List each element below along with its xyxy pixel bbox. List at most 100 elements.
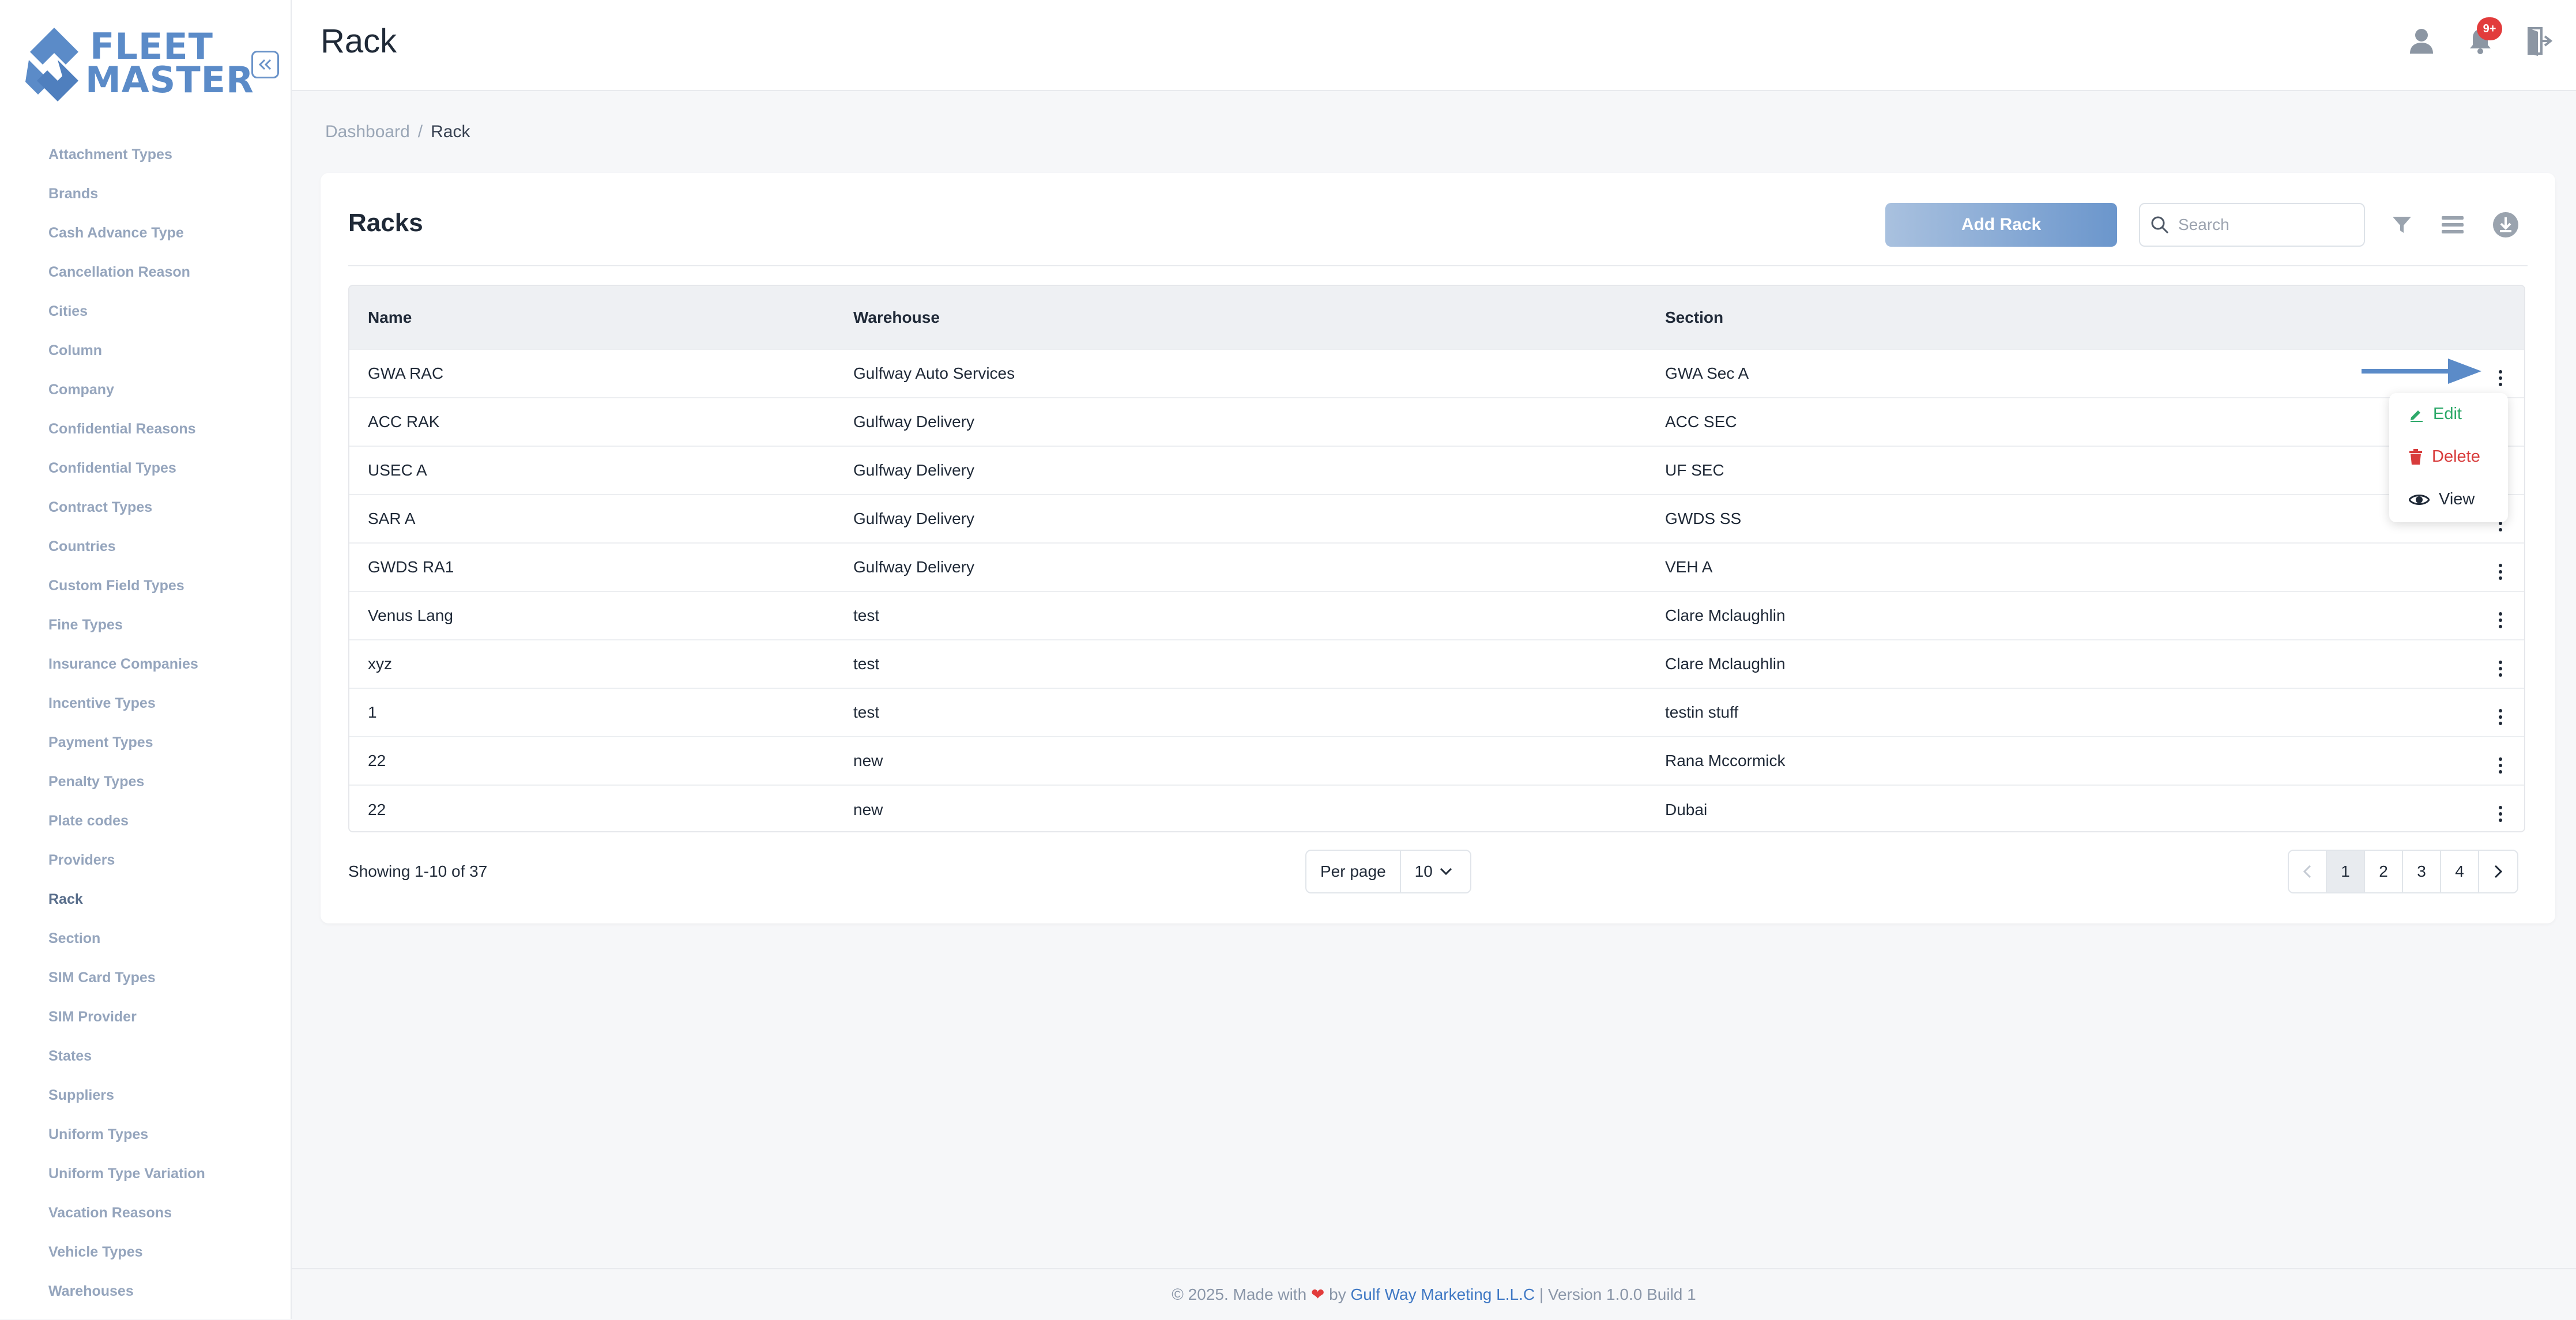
view-label: View [2439,490,2475,508]
row-actions-menu-button[interactable] [2493,707,2508,727]
sidebar-item-payment-types[interactable]: Payment Types [48,731,205,770]
filter-icon [2393,217,2411,233]
prev-page-button[interactable] [2289,851,2327,892]
row-actions-menu-button[interactable] [2493,561,2508,582]
sidebar: FLEET MASTER Attachment Types Brands Cas… [0,0,292,1319]
sidebar-item-cities[interactable]: Cities [48,300,205,339]
row-actions-menu-button[interactable] [2493,610,2508,631]
sidebar-item-uniform-type-variation[interactable]: Uniform Type Variation [48,1162,205,1201]
delete-menu-item[interactable]: Delete [2409,447,2480,466]
cell-name: USEC A [368,461,427,479]
page-title: Rack [321,22,397,60]
column-header-name[interactable]: Name [349,286,853,349]
sidebar-item-states[interactable]: States [48,1044,205,1084]
page-button-4[interactable]: 4 [2441,851,2479,892]
sidebar-item-custom-field-types[interactable]: Custom Field Types [48,574,205,613]
sidebar-item-attachment-types[interactable]: Attachment Types [48,143,205,182]
table-row[interactable]: Venus Lang test Clare Mclaughlin [349,591,2524,640]
cell-name: 22 [368,752,386,770]
table-row[interactable]: GWDS RA1 Gulfway Delivery VEH A [349,543,2524,591]
sidebar-item-column[interactable]: Column [48,339,205,378]
cell-warehouse: new [853,752,883,770]
arrow-annotation-icon [2362,359,2481,384]
sidebar-item-penalty-types[interactable]: Penalty Types [48,770,205,809]
column-header-section[interactable]: Section [1664,286,2477,349]
chevron-right-icon [2494,865,2502,878]
sidebar-item-section[interactable]: Section [48,927,205,966]
table-row[interactable]: SAR A Gulfway Delivery GWDS SS [349,495,2524,543]
user-profile-button[interactable] [2408,25,2435,56]
cell-name: ACC RAK [368,413,440,431]
table-row[interactable]: 22 new Dubai [349,785,2524,831]
sidebar-item-uniform-types[interactable]: Uniform Types [48,1123,205,1162]
column-header-actions [2477,286,2524,349]
sidebar-item-sim-card-types[interactable]: SIM Card Types [48,966,205,1005]
sidebar-item-contract-types[interactable]: Contract Types [48,496,205,535]
search-box[interactable] [2139,203,2365,247]
footer-company-link[interactable]: Gulf Way Marketing L.L.C [1351,1285,1535,1303]
cell-section: Dubai [1665,800,1708,819]
sidebar-item-fine-types[interactable]: Fine Types [48,613,205,653]
cell-section: UF SEC [1665,461,1724,479]
sidebar-item-warehouses[interactable]: Warehouses [48,1280,205,1319]
view-menu-item[interactable]: View [2409,490,2475,509]
row-actions-menu-button[interactable] [2493,658,2508,679]
row-actions-menu-button[interactable] [2493,755,2508,776]
logout-button[interactable] [2525,25,2553,56]
row-actions-menu-button[interactable] [2493,368,2508,389]
breadcrumb-current: Rack [431,122,470,141]
cell-warehouse: Gulfway Delivery [853,510,975,527]
table-row[interactable]: ACC RAK Gulfway Delivery ACC SEC [349,398,2524,446]
search-input[interactable] [2177,215,2352,235]
showing-count: Showing 1-10 of 37 [348,862,488,880]
sidebar-item-brands[interactable]: Brands [48,182,205,221]
sidebar-item-vehicle-types[interactable]: Vehicle Types [48,1240,205,1280]
sidebar-item-company[interactable]: Company [48,378,205,417]
cell-warehouse: Gulfway Delivery [853,413,975,431]
columns-button[interactable] [2439,211,2466,239]
cell-name: SAR A [368,510,416,527]
column-header-warehouse[interactable]: Warehouse [853,286,1664,349]
row-actions-menu-button[interactable] [2493,804,2508,824]
sidebar-item-confidential-types[interactable]: Confidential Types [48,457,205,496]
sidebar-item-sim-provider[interactable]: SIM Provider [48,1005,205,1044]
sidebar-item-cash-advance-type[interactable]: Cash Advance Type [48,221,205,261]
sidebar-item-rack[interactable]: Rack [48,888,205,927]
cell-name: 22 [368,800,386,819]
cell-name: GWA RAC [368,364,444,382]
per-page-select[interactable]: Per page 10 [1305,850,1471,893]
sidebar-item-vacation-reasons[interactable]: Vacation Reasons [48,1201,205,1240]
download-button[interactable] [2492,211,2519,239]
cell-warehouse: new [853,800,883,819]
table-row[interactable]: GWA RAC Gulfway Auto Services GWA Sec A [349,349,2524,398]
table-row[interactable]: 22 new Rana Mccormick [349,737,2524,785]
add-rack-button[interactable]: Add Rack [1885,203,2117,247]
table-row[interactable]: USEC A Gulfway Delivery UF SEC [349,446,2524,495]
next-page-button[interactable] [2479,851,2517,892]
sidebar-item-insurance-companies[interactable]: Insurance Companies [48,653,205,692]
pagination: 1 2 3 4 [2288,850,2518,893]
collapse-sidebar-button[interactable] [251,51,279,78]
sidebar-item-suppliers[interactable]: Suppliers [48,1084,205,1123]
delete-label: Delete [2432,447,2480,466]
table-row[interactable]: 1 test testin stuff [349,688,2524,737]
sidebar-item-providers[interactable]: Providers [48,848,205,888]
page-button-3[interactable]: 3 [2403,851,2441,892]
sidebar-item-plate-codes[interactable]: Plate codes [48,809,205,848]
sidebar-item-incentive-types[interactable]: Incentive Types [48,692,205,731]
sidebar-item-cancellation-reason[interactable]: Cancellation Reason [48,261,205,300]
sidebar-item-confidential-reasons[interactable]: Confidential Reasons [48,417,205,457]
notifications-button[interactable]: 9+ [2466,17,2502,56]
cell-section: GWDS SS [1665,510,1742,527]
page-button-2[interactable]: 2 [2365,851,2403,892]
fleet-master-logo[interactable]: FLEET MASTER [25,25,254,106]
cell-section: Clare Mclaughlin [1665,655,1786,673]
racks-card: Racks Add Rack Name [321,173,2555,923]
sidebar-item-countries[interactable]: Countries [48,535,205,574]
page-button-1[interactable]: 1 [2327,851,2365,892]
filter-button[interactable] [2388,211,2416,239]
edit-menu-item[interactable]: Edit [2409,405,2462,424]
breadcrumb-home-link[interactable]: Dashboard [325,122,410,141]
per-page-value: 10 [1414,862,1433,880]
table-row[interactable]: xyz test Clare Mclaughlin [349,640,2524,688]
